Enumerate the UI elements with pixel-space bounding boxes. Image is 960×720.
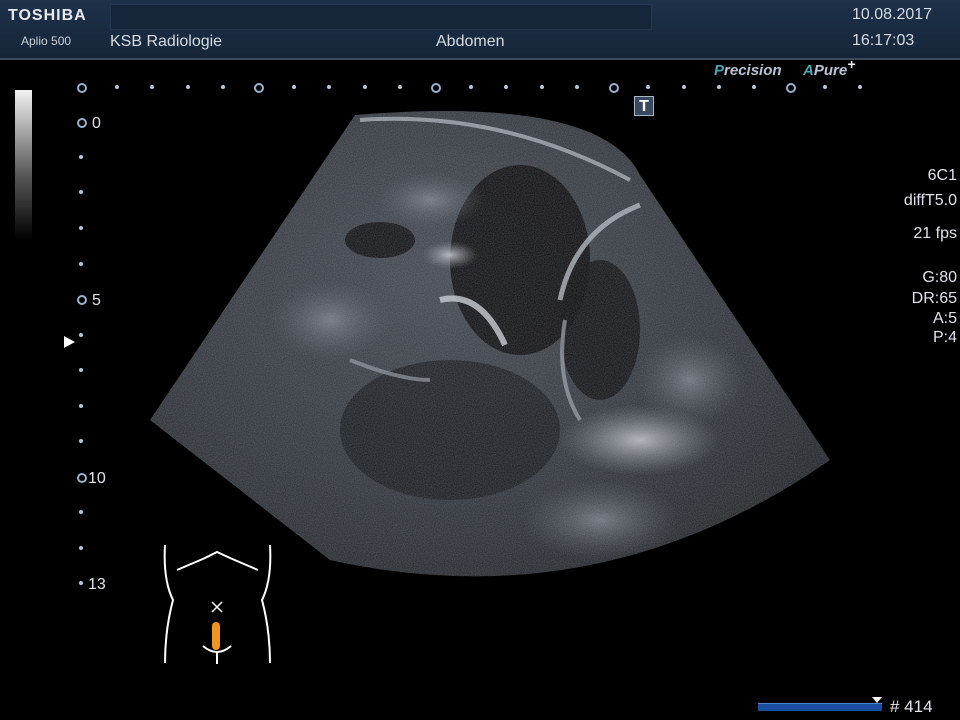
lateral-major-tick: [254, 83, 264, 93]
exam-date: 10.08.2017: [852, 6, 933, 23]
depth-minor-tick: [79, 333, 83, 337]
precision-logo-initial: P: [714, 62, 725, 79]
lateral-minor-tick: [682, 85, 686, 89]
lateral-major-tick: [431, 83, 441, 93]
lateral-minor-tick: [150, 85, 154, 89]
gain-label: G:80: [922, 269, 957, 286]
institution-name: KSB Radiologie: [110, 33, 223, 50]
lateral-minor-tick: [646, 85, 650, 89]
body-marker-icon[interactable]: [155, 540, 280, 670]
a-param-label: A:5: [932, 310, 957, 327]
scanner-model: Aplio 500: [21, 34, 72, 48]
lateral-minor-tick: [858, 85, 862, 89]
depth-minor-tick: [79, 262, 83, 266]
probe-position-marker: [212, 622, 220, 650]
lateral-minor-tick: [186, 85, 190, 89]
cine-position-marker[interactable]: [872, 697, 882, 703]
lateral-minor-tick: [504, 85, 508, 89]
depth-label-13: 13: [88, 576, 106, 593]
imaging-mode-label: diffT5.0: [903, 192, 957, 209]
precision-logo: Precision: [714, 62, 782, 79]
apure-logo-plus: +: [847, 56, 856, 72]
lateral-minor-tick: [469, 85, 473, 89]
depth-major-tick: [77, 118, 87, 128]
depth-minor-tick: [79, 226, 83, 230]
dynamic-range-label: DR:65: [911, 290, 957, 307]
cine-progress-bar[interactable]: [758, 703, 882, 711]
focus-marker-icon[interactable]: [64, 336, 75, 348]
lateral-minor-tick: [327, 85, 331, 89]
depth-minor-tick: [79, 155, 83, 159]
lateral-minor-tick: [115, 85, 119, 89]
depth-label-10: 10: [88, 470, 106, 487]
apure-logo-initial: A: [803, 62, 814, 79]
t-mode-icon[interactable]: T: [634, 96, 654, 116]
grayscale-bar: [15, 90, 32, 240]
lateral-major-tick: [609, 83, 619, 93]
lateral-minor-tick: [823, 85, 827, 89]
depth-major-tick: [77, 295, 87, 305]
depth-minor-tick: [79, 368, 83, 372]
p-param-label: P:4: [932, 329, 957, 346]
depth-label-0: 0: [92, 115, 101, 132]
patient-name-field[interactable]: [110, 4, 652, 30]
lateral-minor-tick: [540, 85, 544, 89]
apure-logo: APure+: [803, 56, 855, 79]
frame-number: # 414: [890, 697, 933, 716]
ultrasound-image[interactable]: [0, 60, 960, 700]
frame-rate-label: 21 fps: [913, 225, 957, 242]
depth-minor-tick: [79, 546, 83, 550]
lateral-minor-tick: [717, 85, 721, 89]
transducer-label: 6C1: [927, 167, 957, 184]
lateral-major-tick: [77, 83, 87, 93]
lateral-minor-tick: [363, 85, 367, 89]
brand-logo: TOSHIBA: [8, 7, 87, 24]
lateral-minor-tick: [398, 85, 402, 89]
depth-minor-tick: [79, 404, 83, 408]
lateral-major-tick: [786, 83, 796, 93]
lateral-minor-tick: [575, 85, 579, 89]
exam-time: 16:17:03: [852, 32, 915, 49]
depth-minor-tick: [79, 510, 83, 514]
lateral-minor-tick: [221, 85, 225, 89]
lateral-minor-tick: [292, 85, 296, 89]
precision-logo-rest: recision: [724, 62, 782, 79]
apure-logo-pure: Pure: [813, 62, 848, 79]
lateral-minor-tick: [752, 85, 756, 89]
depth-minor-tick: [79, 581, 83, 585]
depth-label-5: 5: [92, 292, 101, 309]
depth-minor-tick: [79, 190, 83, 194]
depth-minor-tick: [79, 439, 83, 443]
exam-preset: Abdomen: [436, 33, 505, 50]
depth-major-tick: [77, 473, 87, 483]
